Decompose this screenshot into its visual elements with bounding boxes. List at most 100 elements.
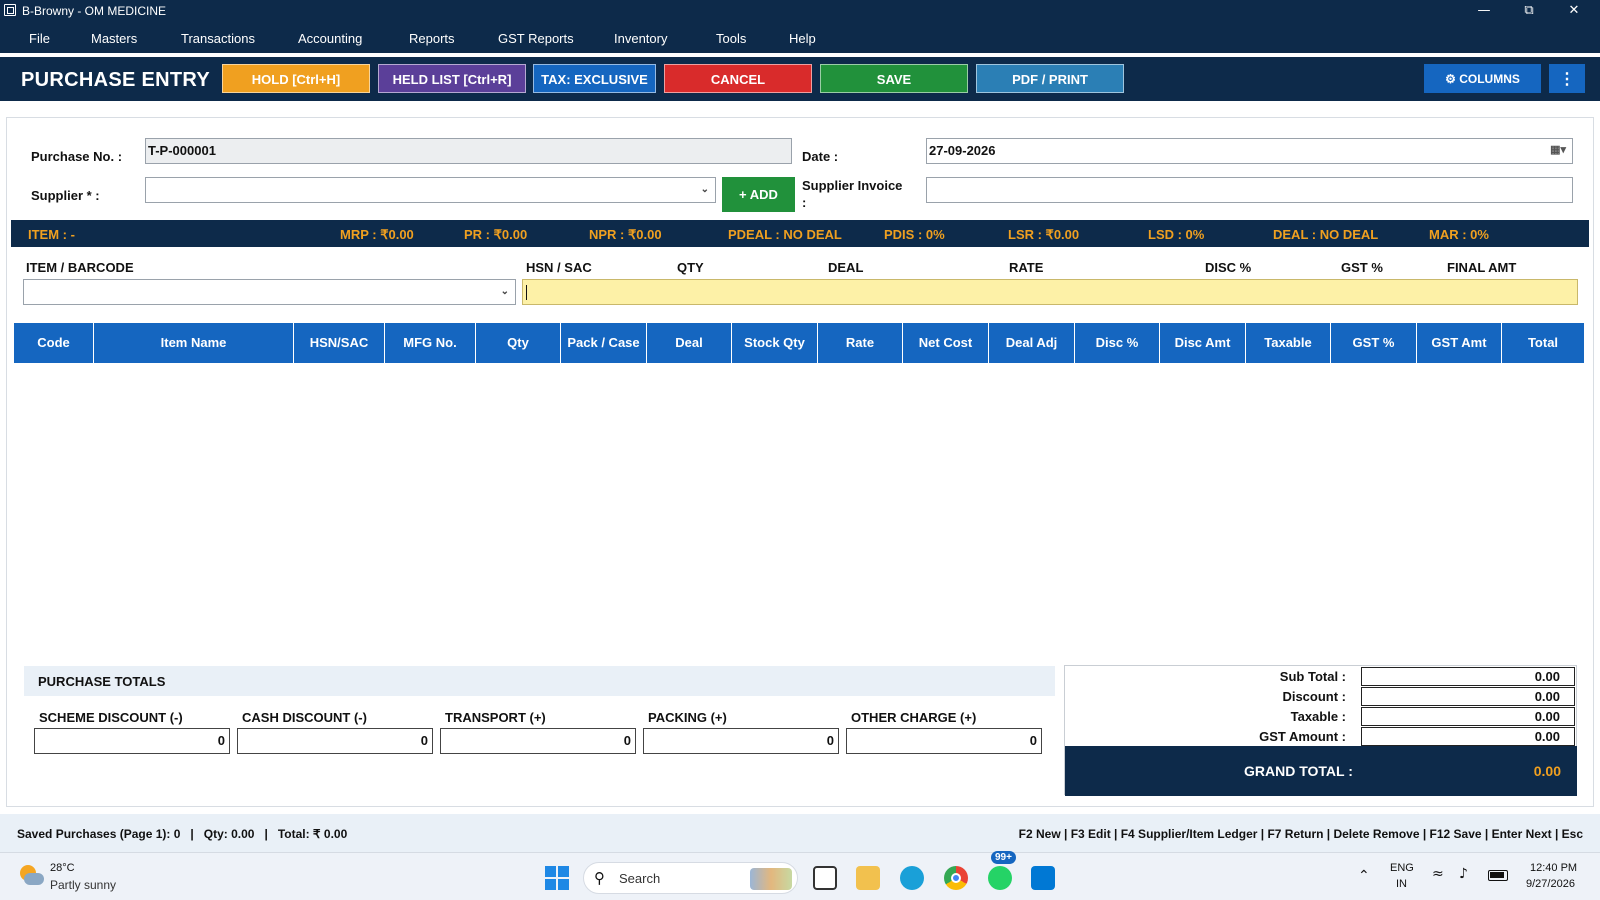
cash-discount-field[interactable]: 0 [237,728,433,754]
language-secondary[interactable]: IN [1396,878,1407,890]
col-mfg-no[interactable]: MFG No. [385,323,476,363]
close-icon[interactable]: ✕ [1552,0,1596,22]
col-gst-pct[interactable]: GST % [1331,323,1417,363]
packing-field[interactable]: 0 [643,728,839,754]
app-icon [4,4,16,16]
menu-tools[interactable]: Tools [716,31,746,46]
transport-field[interactable]: 0 [440,728,636,754]
purchase-totals-title: PURCHASE TOTALS [24,666,1055,696]
col-item-name[interactable]: Item Name [94,323,294,363]
menu-accounting[interactable]: Accounting [298,31,362,46]
menu-file[interactable]: File [29,31,50,46]
col-code[interactable]: Code [14,323,94,363]
menu-gst-reports[interactable]: GST Reports [498,31,574,46]
cancel-button[interactable]: CANCEL [664,64,812,93]
tax-mode-button[interactable]: TAX: EXCLUSIVE [533,64,656,93]
col-net-cost[interactable]: Net Cost [903,323,989,363]
other-charge-field[interactable]: 0 [846,728,1042,754]
volume-icon[interactable]: ♪ [1459,866,1468,882]
menu-inventory[interactable]: Inventory [614,31,667,46]
weather-icon[interactable] [18,865,44,887]
taxable-label: Taxable : [1290,709,1346,724]
items-table-header: Code Item Name HSN/SAC MFG No. Qty Pack … [14,323,1584,363]
supplier-invoice-label: Supplier Invoice [802,178,903,193]
chrome-icon[interactable] [944,866,968,890]
search-icon: ⚲ [594,869,605,887]
transport-label: TRANSPORT (+) [445,710,546,725]
minimize-icon[interactable]: — [1462,0,1506,22]
info-item: ITEM : - [28,227,75,242]
language-primary[interactable]: ENG [1390,862,1414,874]
clock-time[interactable]: 12:40 PM [1530,862,1577,874]
scheme-discount-label: SCHEME DISCOUNT (-) [39,710,183,725]
whatsapp-icon[interactable] [988,866,1012,890]
save-button[interactable]: SAVE [820,64,968,93]
windows-start-icon[interactable] [545,866,569,890]
pdf-print-button[interactable]: PDF / PRINT [976,64,1124,93]
grand-total-value: 0.00 [1533,763,1561,779]
col-gst-amt[interactable]: GST Amt [1417,323,1502,363]
col-total[interactable]: Total [1502,323,1584,363]
col-disc-amt[interactable]: Disc Amt [1160,323,1246,363]
vscode-icon[interactable] [1031,866,1055,890]
more-options-icon[interactable]: ⋮ [1549,64,1585,93]
chevron-down-icon: ⌄ [700,184,709,195]
supplier-label: Supplier * : [31,188,100,203]
info-mrp: MRP : ₹0.00 [340,227,414,242]
menu-reports[interactable]: Reports [409,31,455,46]
rate-header: RATE [1009,260,1044,275]
entry-input-row[interactable] [522,279,1578,305]
gst-amount-value: 0.00 [1361,727,1575,746]
status-summary: Saved Purchases (Page 1): 0 | Qty: 0.00 … [17,827,348,841]
add-supplier-button[interactable]: + ADD [722,177,795,212]
wifi-icon[interactable]: ≈ [1432,866,1444,882]
edge-icon[interactable] [900,866,924,890]
col-stock-qty[interactable]: Stock Qty [732,323,818,363]
item-barcode-header: ITEM / BARCODE [26,260,134,275]
col-deal[interactable]: Deal [647,323,732,363]
col-taxable[interactable]: Taxable [1246,323,1331,363]
notification-badge: 99+ [991,851,1016,864]
weather-temp: 28°C [50,862,75,874]
columns-label: COLUMNS [1459,72,1520,86]
col-pack-case[interactable]: Pack / Case [561,323,647,363]
item-info-bar: ITEM : - MRP : ₹0.00 PR : ₹0.00 NPR : ₹0… [11,220,1589,247]
subtotal-value: 0.00 [1361,667,1575,686]
calendar-icon[interactable]: ▦▾ [1550,143,1566,156]
info-pdeal: PDEAL : NO DEAL [728,227,842,242]
info-mar: MAR : 0% [1429,227,1489,242]
held-list-button[interactable]: HELD LIST [Ctrl+R] [378,64,526,93]
scheme-discount-field[interactable]: 0 [34,728,230,754]
supplier-invoice-colon: : [802,195,807,210]
columns-button[interactable]: ⚙ COLUMNS [1424,64,1541,93]
col-rate[interactable]: Rate [818,323,903,363]
chevron-up-icon[interactable]: ⌃ [1358,867,1370,884]
supplier-select[interactable]: ⌄ [145,177,716,203]
file-explorer-icon[interactable] [856,866,880,890]
col-qty[interactable]: Qty [476,323,561,363]
task-view-icon[interactable] [813,866,837,890]
info-pr: PR : ₹0.00 [464,227,528,242]
menu-masters[interactable]: Masters [91,31,137,46]
search-highlight-icon [750,868,792,890]
date-field[interactable]: 27-09-2026 ▦▾ [926,138,1573,164]
col-hsn[interactable]: HSN/SAC [294,323,385,363]
menu-help[interactable]: Help [789,31,816,46]
items-table-body[interactable] [14,363,1584,658]
battery-icon[interactable] [1488,870,1508,881]
date-value: 27-09-2026 [929,143,996,158]
supplier-invoice-field[interactable] [926,177,1573,203]
taskbar-search[interactable]: ⚲ Search [583,862,798,894]
restore-icon[interactable]: ⧉ [1507,0,1551,22]
qty-header: QTY [677,260,704,275]
col-disc-pct[interactable]: Disc % [1075,323,1160,363]
deal-header: DEAL [828,260,864,275]
title-bar: B-Browny - OM MEDICINE — ⧉ ✕ [0,0,1600,22]
col-deal-adj[interactable]: Deal Adj [989,323,1075,363]
status-bar: Saved Purchases (Page 1): 0 | Qty: 0.00 … [0,814,1600,852]
clock-date[interactable]: 9/27/2026 [1526,878,1575,890]
hold-button[interactable]: HOLD [Ctrl+H] [222,64,370,93]
hsn-header: HSN / SAC [526,260,592,275]
item-barcode-select[interactable]: ⌄ [23,279,516,305]
menu-transactions[interactable]: Transactions [181,31,255,46]
